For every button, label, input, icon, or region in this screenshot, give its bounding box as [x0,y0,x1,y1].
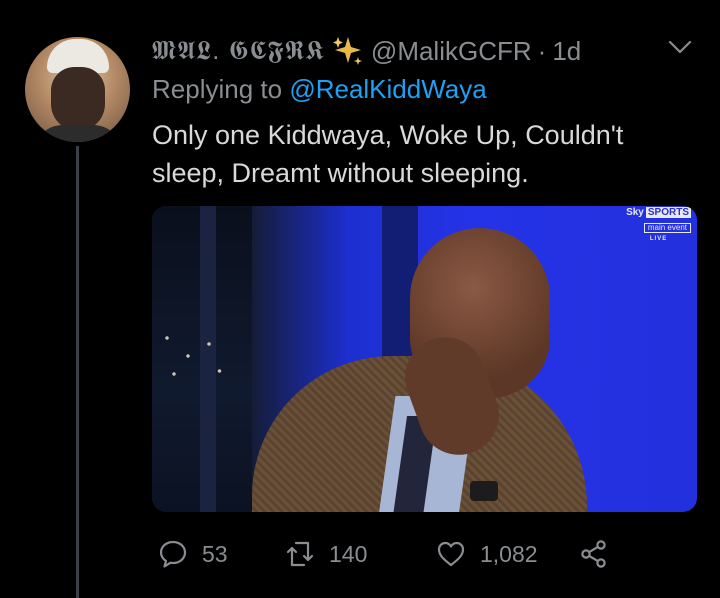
avatar-shirt [33,125,123,142]
share-icon [581,540,606,568]
tweet-media-image[interactable]: Sky SPORTS main event LIVE [152,206,697,512]
display-name[interactable]: 𝕸𝕬𝕷. 𝕲𝕮𝕱𝕽𝕶 [152,35,325,67]
replying-to-label: Replying to [152,74,283,104]
retweet-button[interactable]: 140 [285,534,367,574]
like-count: 1,082 [480,540,538,567]
broadcast-brand-sports: SPORTS [645,207,691,218]
share-button[interactable] [579,534,609,574]
separator-dot: · [537,35,547,66]
replying-to: Replying to @RealKiddWaya [152,74,487,105]
city-lights [160,326,230,386]
user-handle[interactable]: @MalikGCFR [371,36,532,67]
tweet-actions: 53 140 1,082 [152,534,712,574]
avatar-face [51,67,105,131]
chevron-down-icon[interactable] [668,38,692,56]
sparkles-icon [332,37,362,65]
like-button[interactable]: 1,082 [436,534,538,574]
retweet-count: 140 [329,540,368,567]
retweet-icon [286,541,314,567]
broadcast-brand-sky: Sky [626,207,644,218]
broadcast-event: main event [643,223,691,233]
man-watch [470,481,498,501]
heart-icon [437,541,465,567]
reply-icon [159,540,187,568]
reply-handle-link[interactable]: @RealKiddWaya [289,74,486,104]
broadcast-brand: Sky SPORTS [626,207,691,218]
tweet-time[interactable]: 1d [552,36,581,67]
thread-line [76,146,79,598]
reply-button[interactable]: 53 [158,534,228,574]
reply-count: 53 [202,540,228,567]
broadcast-logo: Sky SPORTS main event LIVE [626,207,691,242]
tweet-header: 𝕸𝕬𝕷. 𝕲𝕮𝕱𝕽𝕶 @MalikGCFR · 1d [152,34,581,68]
avatar[interactable] [25,37,130,142]
tweet-text: Only one Kiddwaya, Woke Up, Couldn't sle… [152,120,624,188]
broadcast-live: LIVE [649,236,668,242]
